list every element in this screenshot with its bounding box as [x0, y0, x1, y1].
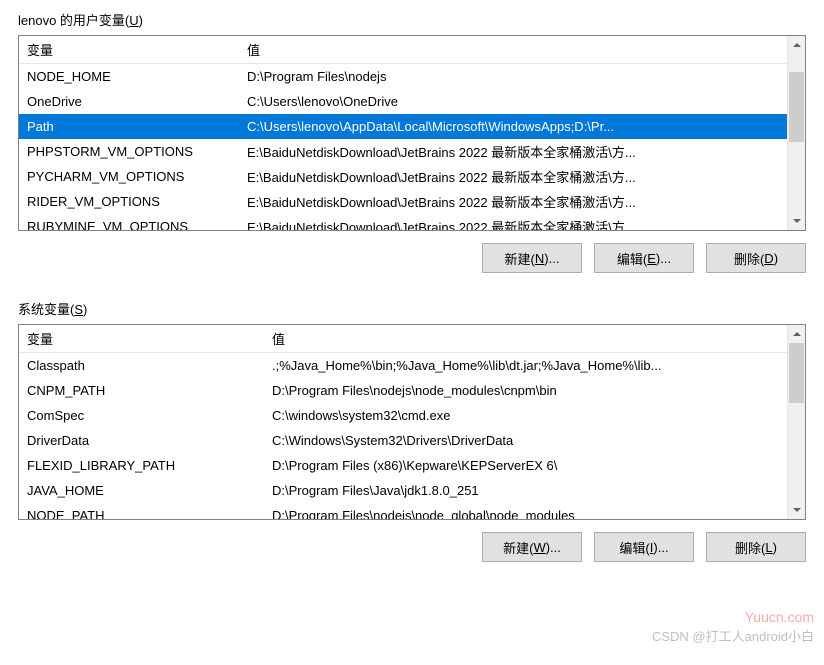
cell-variable: JAVA_HOME — [19, 478, 264, 503]
cell-value: .;%Java_Home%\bin;%Java_Home%\lib\dt.jar… — [264, 353, 787, 378]
table-row[interactable]: PathC:\Users\lenovo\AppData\Local\Micros… — [19, 114, 787, 139]
scroll-up-button[interactable] — [788, 325, 805, 343]
new-button[interactable]: 新建(W)... — [482, 532, 582, 562]
cell-value: D:\Program Files\Java\jdk1.8.0_251 — [264, 478, 787, 503]
system-buttons-row: 新建(W)... 编辑(I)... 删除(L) — [18, 520, 806, 578]
table-row[interactable]: PYCHARM_VM_OPTIONSE:\BaiduNetdiskDownloa… — [19, 164, 787, 189]
table-row[interactable]: OneDriveC:\Users\lenovo\OneDrive — [19, 89, 787, 114]
cell-variable: ComSpec — [19, 403, 264, 428]
table-row[interactable]: JAVA_HOMED:\Program Files\Java\jdk1.8.0_… — [19, 478, 787, 503]
user-buttons-row: 新建(N)... 编辑(E)... 删除(D) — [18, 231, 806, 289]
cell-variable: Classpath — [19, 353, 264, 378]
cell-variable: Path — [19, 114, 239, 139]
cell-value: C:\Windows\System32\Drivers\DriverData — [264, 428, 787, 453]
cell-value: D:\Program Files\nodejs\node_modules\cnp… — [264, 378, 787, 403]
table-header-row: 变量 值 — [19, 36, 787, 64]
user-variables-table-container: 变量 值 NODE_HOMED:\Program Files\nodejsOne… — [18, 35, 806, 231]
cell-value: D:\Program Files\nodejs — [239, 64, 787, 89]
table-row[interactable]: CNPM_PATHD:\Program Files\nodejs\node_mo… — [19, 378, 787, 403]
edit-button[interactable]: 编辑(E)... — [594, 243, 694, 273]
table-row[interactable]: ComSpecC:\windows\system32\cmd.exe — [19, 403, 787, 428]
table-row[interactable]: NODE_PATHD:\Program Files\nodejs\node_gl… — [19, 503, 787, 520]
scroll-up-button[interactable] — [788, 36, 805, 54]
table-row[interactable]: DriverDataC:\Windows\System32\Drivers\Dr… — [19, 428, 787, 453]
watermark-csdn: CSDN @打工人android小白 — [652, 626, 814, 645]
scrollbar[interactable] — [787, 36, 805, 230]
column-header-variable[interactable]: 变量 — [19, 325, 264, 353]
table-header-row: 变量 值 — [19, 325, 787, 353]
cell-value: D:\Program Files (x86)\Kepware\KEPServer… — [264, 453, 787, 478]
scroll-down-button[interactable] — [788, 212, 805, 230]
cell-variable: CNPM_PATH — [19, 378, 264, 403]
column-header-value[interactable]: 值 — [264, 325, 787, 353]
delete-button[interactable]: 删除(L) — [706, 532, 806, 562]
system-variables-table-container: 变量 值 Classpath.;%Java_Home%\bin;%Java_Ho… — [18, 324, 806, 520]
table-row[interactable]: PHPSTORM_VM_OPTIONSE:\BaiduNetdiskDownlo… — [19, 139, 787, 164]
cell-value: C:\Users\lenovo\AppData\Local\Microsoft\… — [239, 114, 787, 139]
column-header-variable[interactable]: 变量 — [19, 36, 239, 64]
cell-variable: RIDER_VM_OPTIONS — [19, 189, 239, 214]
user-variables-section: lenovo 的用户变量(U) 变量 值 NODE_HOMED:\Program… — [0, 0, 824, 289]
edit-button[interactable]: 编辑(I)... — [594, 532, 694, 562]
cell-value: E:\BaiduNetdiskDownload\JetBrains 2022 最… — [239, 164, 787, 189]
delete-button[interactable]: 删除(D) — [706, 243, 806, 273]
watermark-yuucn: Yuucn.com — [745, 609, 814, 625]
cell-value: C:\windows\system32\cmd.exe — [264, 403, 787, 428]
scroll-down-button[interactable] — [788, 501, 805, 519]
cell-value: C:\Users\lenovo\OneDrive — [239, 89, 787, 114]
user-section-label: lenovo 的用户变量(U) — [18, 10, 806, 29]
cell-value: E:\BaiduNetdiskDownload\JetBrains 2022 最… — [239, 139, 787, 164]
scrollbar[interactable] — [787, 325, 805, 519]
table-row[interactable]: FLEXID_LIBRARY_PATHD:\Program Files (x86… — [19, 453, 787, 478]
table-row[interactable]: RIDER_VM_OPTIONSE:\BaiduNetdiskDownload\… — [19, 189, 787, 214]
system-section-label: 系统变量(S) — [18, 299, 806, 318]
column-header-value[interactable]: 值 — [239, 36, 787, 64]
cell-variable: RUBYMINE_VM_OPTIONS — [19, 214, 239, 231]
new-button[interactable]: 新建(N)... — [482, 243, 582, 273]
cell-variable: PHPSTORM_VM_OPTIONS — [19, 139, 239, 164]
system-variables-table[interactable]: 变量 值 Classpath.;%Java_Home%\bin;%Java_Ho… — [19, 325, 787, 519]
cell-variable: FLEXID_LIBRARY_PATH — [19, 453, 264, 478]
scroll-thumb[interactable] — [789, 343, 804, 403]
cell-variable: NODE_HOME — [19, 64, 239, 89]
scroll-thumb[interactable] — [789, 72, 804, 142]
cell-variable: PYCHARM_VM_OPTIONS — [19, 164, 239, 189]
cell-value: D:\Program Files\nodejs\node_global\node… — [264, 503, 787, 520]
scroll-track[interactable] — [788, 54, 805, 212]
table-row[interactable]: RUBYMINE_VM_OPTIONSE:\BaiduNetdiskDownlo… — [19, 214, 787, 231]
scroll-track[interactable] — [788, 343, 805, 501]
cell-value: E:\BaiduNetdiskDownload\JetBrains 2022 最… — [239, 214, 787, 231]
user-variables-table[interactable]: 变量 值 NODE_HOMED:\Program Files\nodejsOne… — [19, 36, 787, 230]
system-variables-section: 系统变量(S) 变量 值 Classpath.;%Java_Home%\bin;… — [0, 289, 824, 578]
cell-variable: OneDrive — [19, 89, 239, 114]
table-row[interactable]: NODE_HOMED:\Program Files\nodejs — [19, 64, 787, 89]
table-row[interactable]: Classpath.;%Java_Home%\bin;%Java_Home%\l… — [19, 353, 787, 378]
cell-variable: DriverData — [19, 428, 264, 453]
cell-value: E:\BaiduNetdiskDownload\JetBrains 2022 最… — [239, 189, 787, 214]
cell-variable: NODE_PATH — [19, 503, 264, 520]
